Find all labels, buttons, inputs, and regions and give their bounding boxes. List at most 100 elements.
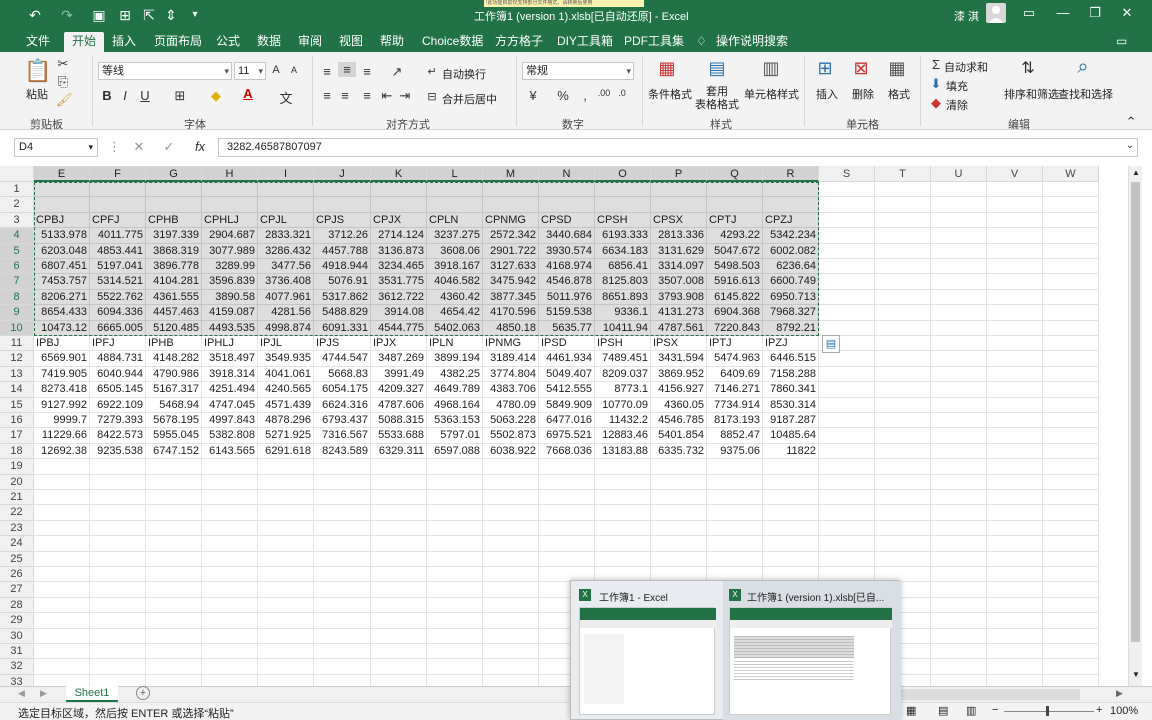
cell-v19[interactable] xyxy=(987,459,1043,475)
cell-v7[interactable] xyxy=(987,274,1043,290)
cell-u27[interactable] xyxy=(931,582,987,598)
cell-r18[interactable]: 11822 xyxy=(763,443,819,460)
cell-t22[interactable] xyxy=(875,505,931,521)
cell-o23[interactable] xyxy=(595,520,651,537)
cell-s17[interactable] xyxy=(819,428,875,444)
cell-l31[interactable] xyxy=(427,644,483,660)
cell-o8[interactable]: 8651.893 xyxy=(595,289,651,306)
cell-k19[interactable] xyxy=(371,459,427,475)
delete-cells-icon[interactable]: ⊠ xyxy=(850,58,872,82)
cell-i19[interactable] xyxy=(258,459,314,475)
cell-p21[interactable] xyxy=(651,490,707,506)
cell-k29[interactable] xyxy=(371,613,427,629)
cell-e16[interactable]: 9999.7 xyxy=(34,413,90,429)
borders-icon[interactable]: ⊞ xyxy=(172,88,188,104)
row-header-22[interactable]: 22 xyxy=(0,505,34,521)
cell-e7[interactable]: 7453.757 xyxy=(34,274,90,290)
cell-m14[interactable]: 4383.706 xyxy=(483,382,539,398)
cell-w12[interactable] xyxy=(1043,351,1099,367)
cell-h1[interactable] xyxy=(202,182,258,198)
cell-k25[interactable] xyxy=(371,551,427,567)
cell-t19[interactable] xyxy=(875,459,931,475)
cell-q16[interactable]: 8173.193 xyxy=(707,413,763,429)
avatar[interactable] xyxy=(986,3,1006,23)
cell-v33[interactable] xyxy=(987,674,1043,686)
cell-w22[interactable] xyxy=(1043,505,1099,521)
cell-u31[interactable] xyxy=(931,644,987,660)
cell-n6[interactable]: 4168.974 xyxy=(539,259,595,275)
cell-f27[interactable] xyxy=(90,582,146,598)
cell-s24[interactable] xyxy=(819,536,875,552)
cell-o21[interactable] xyxy=(595,490,651,506)
cell-h3[interactable]: CPHLJ xyxy=(202,212,258,229)
cell-q9[interactable]: 6904.368 xyxy=(707,305,763,321)
cell-j25[interactable] xyxy=(314,551,371,567)
cell-g16[interactable]: 5678.195 xyxy=(146,413,202,429)
cell-o5[interactable]: 6634.183 xyxy=(595,243,651,259)
cell-n19[interactable] xyxy=(539,459,595,475)
cell-m19[interactable] xyxy=(483,459,539,475)
cell-i24[interactable] xyxy=(258,536,314,552)
row-header-11[interactable]: 11 xyxy=(0,336,34,352)
cell-i1[interactable] xyxy=(258,182,314,198)
cell-w25[interactable] xyxy=(1043,551,1099,567)
cell-f14[interactable]: 6505.145 xyxy=(90,382,146,398)
cell-v3[interactable] xyxy=(987,212,1043,229)
cell-i7[interactable]: 3736.408 xyxy=(258,274,314,290)
cell-j31[interactable] xyxy=(314,644,371,660)
cell-l13[interactable]: 4382.25 xyxy=(427,366,483,383)
cell-l14[interactable]: 4649.789 xyxy=(427,382,483,398)
cell-l17[interactable]: 5797.01 xyxy=(427,428,483,444)
cell-h6[interactable]: 3289.99 xyxy=(202,259,258,275)
cell-o1[interactable] xyxy=(595,182,651,198)
cell-k21[interactable] xyxy=(371,490,427,506)
cell-q13[interactable]: 6409.69 xyxy=(707,366,763,383)
cell-h19[interactable] xyxy=(202,459,258,475)
copy-icon[interactable]: ⎘ xyxy=(56,74,70,90)
cell-l15[interactable]: 4968.164 xyxy=(427,397,483,413)
cell-t21[interactable] xyxy=(875,490,931,506)
cell-i2[interactable] xyxy=(258,197,314,213)
cell-e33[interactable] xyxy=(34,674,90,686)
cell-v28[interactable] xyxy=(987,597,1043,614)
comments-icon[interactable]: ▭ xyxy=(1116,32,1127,52)
wrap-text-button[interactable]: 自动换行 xyxy=(442,66,486,82)
cell-n10[interactable]: 5635.77 xyxy=(539,320,595,336)
cell-g32[interactable] xyxy=(146,659,202,675)
cell-n25[interactable] xyxy=(539,551,595,567)
cell-s12[interactable] xyxy=(819,351,875,367)
cell-k22[interactable] xyxy=(371,505,427,521)
cell-f16[interactable]: 7279.393 xyxy=(90,413,146,429)
cell-j32[interactable] xyxy=(314,659,371,675)
cell-n23[interactable] xyxy=(539,520,595,537)
cell-p15[interactable]: 4360.05 xyxy=(651,397,707,413)
cell-k26[interactable] xyxy=(371,567,427,583)
cell-r19[interactable] xyxy=(763,459,819,475)
cell-e5[interactable]: 6203.048 xyxy=(34,243,90,259)
cell-l29[interactable] xyxy=(427,613,483,629)
cell-m8[interactable]: 3877.345 xyxy=(483,289,539,306)
cell-p3[interactable]: CPSX xyxy=(651,212,707,229)
row-header-17[interactable]: 17 xyxy=(0,428,34,444)
decrease-decimal-icon[interactable]: .0 xyxy=(614,88,630,98)
row-header-4[interactable]: 4 xyxy=(0,228,34,244)
cell-p25[interactable] xyxy=(651,551,707,567)
cell-p7[interactable]: 3507.008 xyxy=(651,274,707,290)
cell-w19[interactable] xyxy=(1043,459,1099,475)
cell-q1[interactable] xyxy=(707,182,763,198)
cell-r2[interactable] xyxy=(763,197,819,213)
cell-r6[interactable]: 6236.64 xyxy=(763,259,819,275)
cell-t1[interactable] xyxy=(875,182,931,198)
cell-k2[interactable] xyxy=(371,197,427,213)
cell-s22[interactable] xyxy=(819,505,875,521)
cell-g21[interactable] xyxy=(146,490,202,506)
zoom-level[interactable]: 100% xyxy=(1110,705,1138,717)
cell-u4[interactable] xyxy=(931,228,987,244)
cell-m26[interactable] xyxy=(483,567,539,583)
cell-f3[interactable]: CPFJ xyxy=(90,212,146,229)
cell-w23[interactable] xyxy=(1043,520,1099,537)
cell-v2[interactable] xyxy=(987,197,1043,213)
cell-r24[interactable] xyxy=(763,536,819,552)
cell-o24[interactable] xyxy=(595,536,651,552)
cell-l26[interactable] xyxy=(427,567,483,583)
